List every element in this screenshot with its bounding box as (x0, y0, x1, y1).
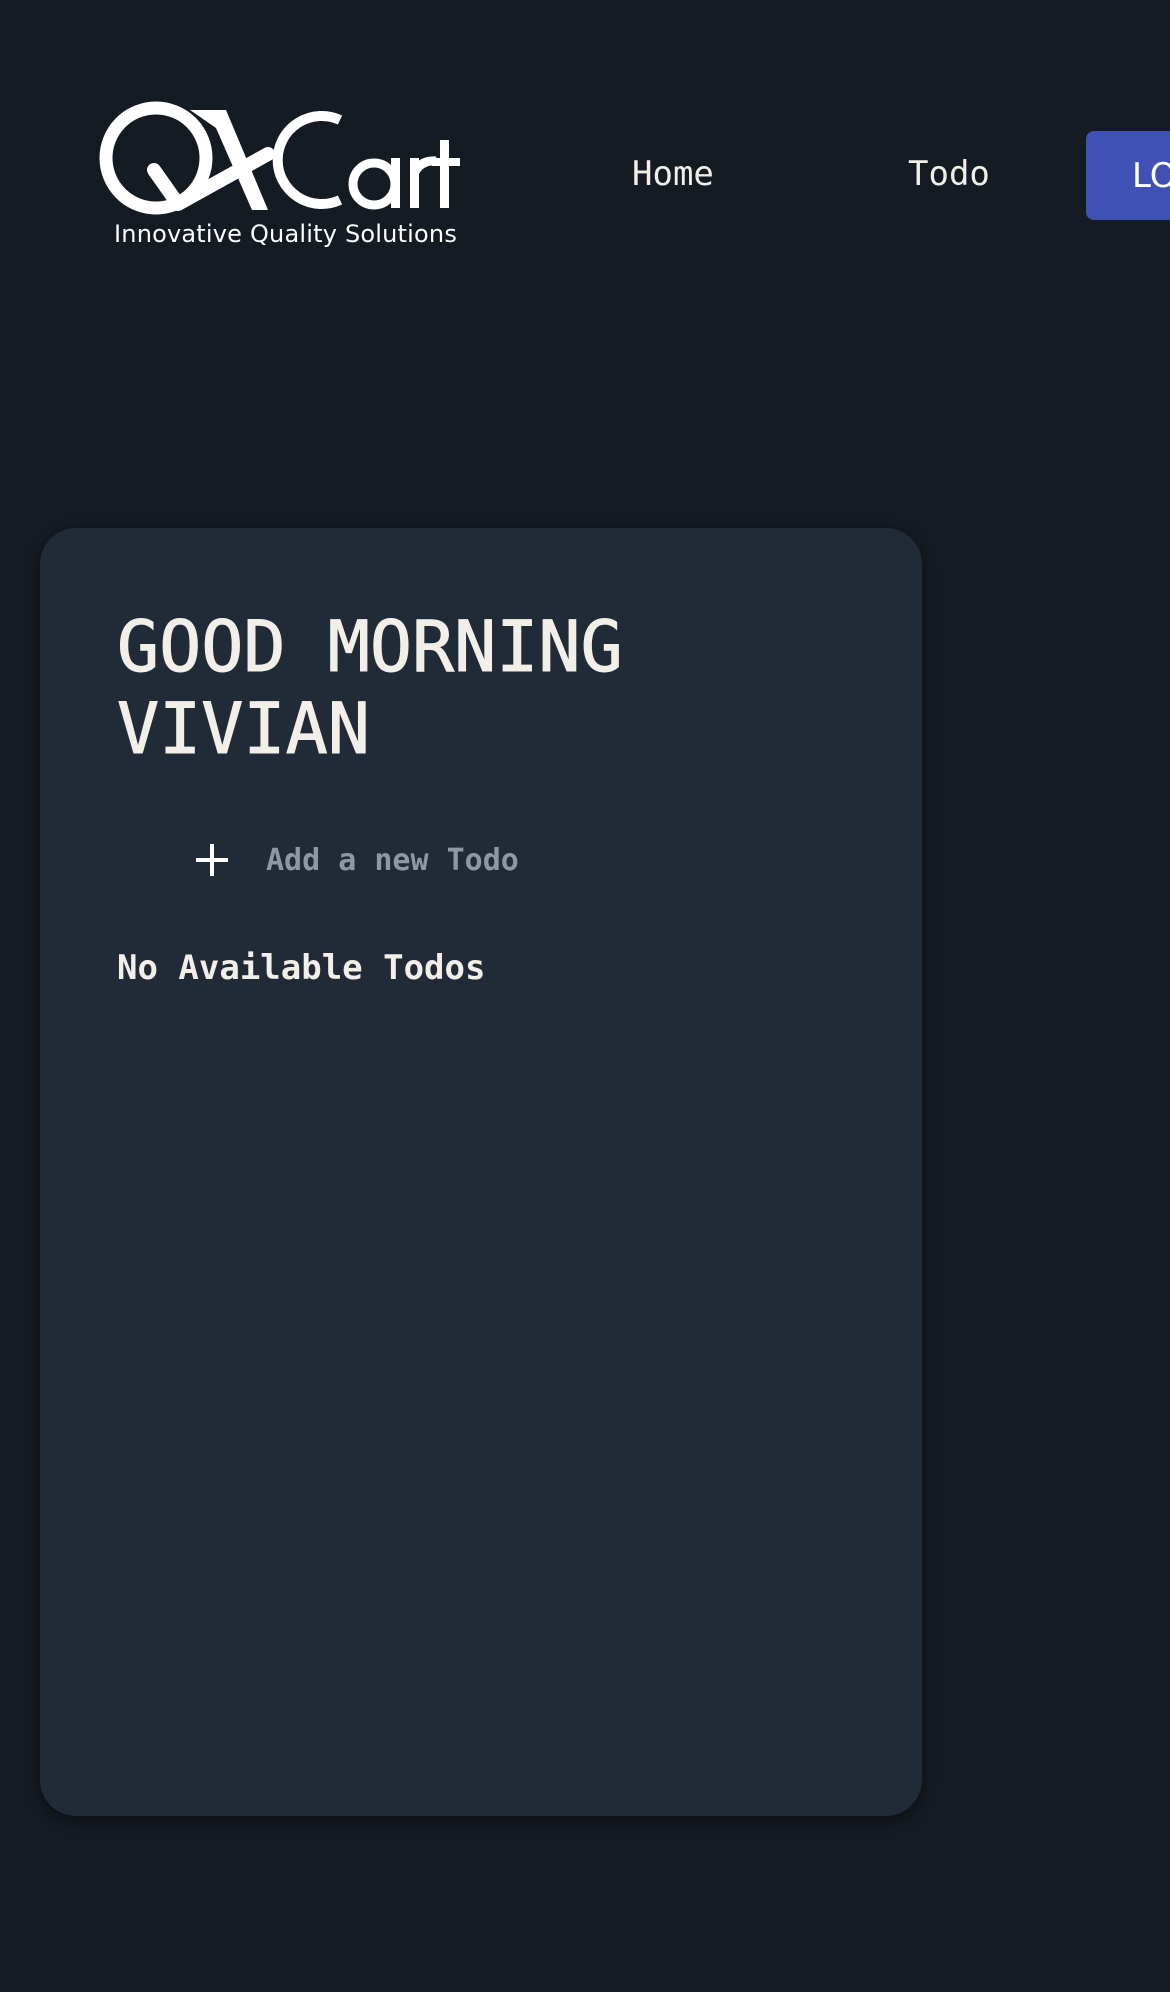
page-title: GOOD MORNING VIVIAN (117, 606, 624, 771)
todo-card: GOOD MORNING VIVIAN No Available Todos (40, 528, 922, 1816)
empty-state-message: No Available Todos (117, 948, 486, 988)
new-todo-row[interactable] (150, 830, 750, 890)
nav-todo-link[interactable]: Todo (908, 154, 990, 194)
logo-tagline: Innovative Quality Solutions (114, 220, 458, 248)
plus-icon[interactable] (196, 844, 228, 876)
logout-button[interactable]: LOGOUT (1086, 131, 1170, 220)
nav-home-link[interactable]: Home (632, 154, 714, 194)
new-todo-input[interactable] (266, 830, 746, 890)
app-header: Innovative Quality Solutions Home Todo L… (0, 0, 1170, 300)
